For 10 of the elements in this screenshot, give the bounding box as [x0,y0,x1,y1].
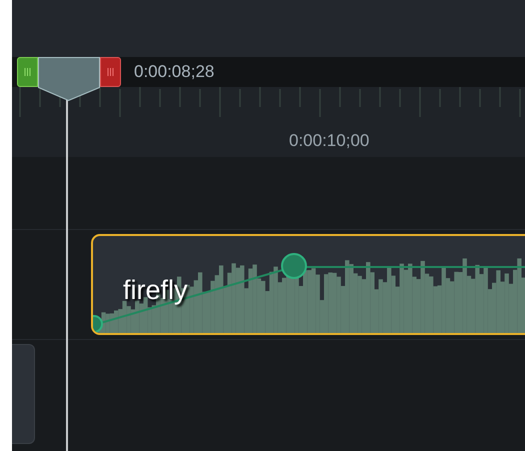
audio-clip[interactable]: firefly [91,234,525,335]
grip-icon [107,68,114,76]
clip-name: firefly [123,274,188,307]
playhead-time: 0:00:08;28 [134,61,214,84]
in-point-handle[interactable] [17,57,38,87]
media-clip[interactable] [12,344,35,444]
grip-icon [24,68,31,76]
out-point-handle[interactable] [100,57,121,87]
keyframe-handle[interactable] [281,253,307,279]
ruler-time-label: 0:00:10;00 [289,130,370,152]
